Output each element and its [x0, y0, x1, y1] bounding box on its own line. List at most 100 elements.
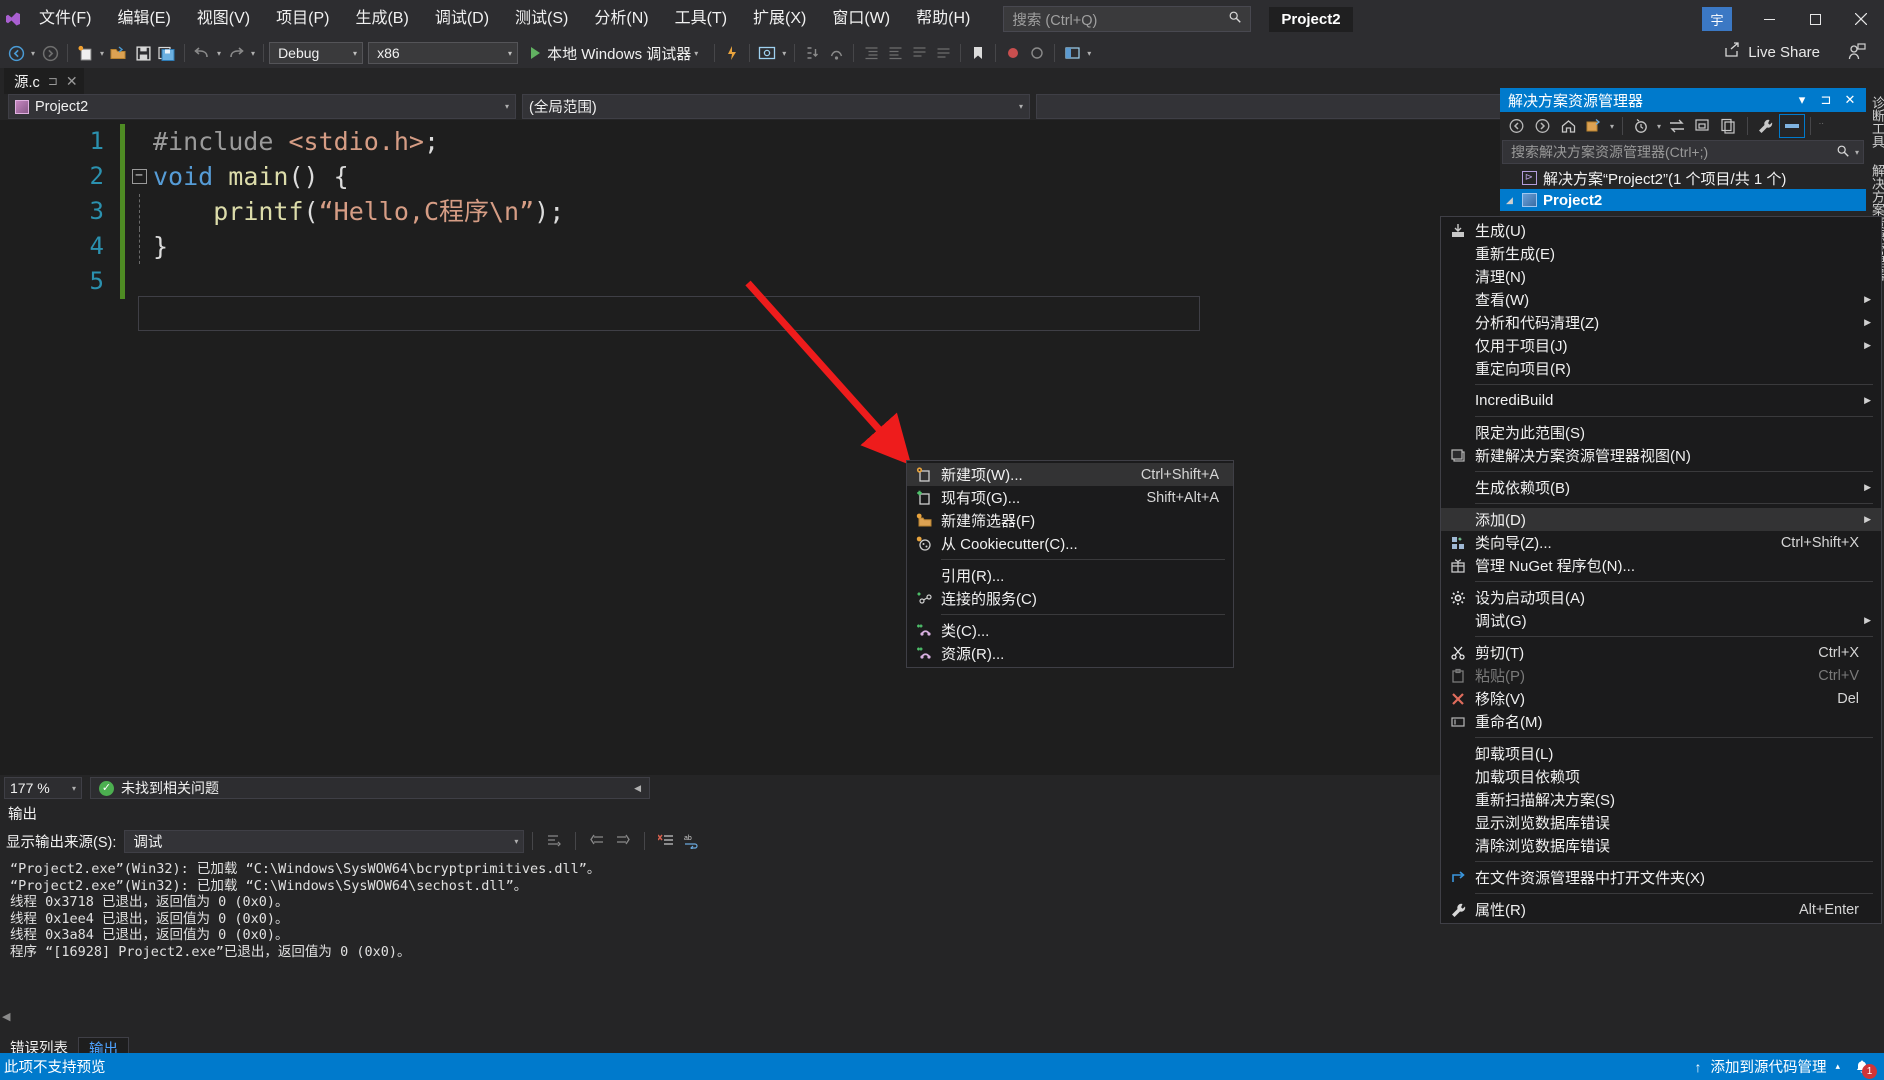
context-menu-item-33[interactable]: 在文件资源管理器中打开文件夹(X) [1441, 866, 1881, 889]
back-icon[interactable] [1503, 114, 1529, 138]
output-text[interactable]: “Project2.exe”(Win32): 已加载 “C:\Windows\S… [0, 859, 1515, 1009]
context-menu-item-11[interactable]: 新建解决方案资源管理器视图(N) [1441, 444, 1881, 467]
properties-wrench-icon[interactable] [1753, 114, 1779, 138]
context-menu-item-20[interactable]: 调试(G) ▶ [1441, 609, 1881, 632]
context-menu-item-25[interactable]: 重命名(M) [1441, 710, 1881, 733]
output-source-combo[interactable]: 调试 ▾ [124, 829, 525, 853]
uncomment-icon[interactable] [931, 40, 955, 66]
context-menu-item-5[interactable]: 仅用于项目(J) ▶ [1441, 334, 1881, 357]
vertical-tab-0[interactable]: 诊断工具 [1866, 88, 1884, 156]
add-submenu-item-2[interactable]: 新建筛选器(F) [907, 509, 1233, 532]
start-debugging-button[interactable]: 本地 Windows 调试器 ▾ [523, 40, 709, 66]
context-menu-item-8[interactable]: IncrediBuild ▶ [1441, 389, 1881, 412]
undo-icon[interactable] [190, 40, 214, 66]
navigate-forward-icon[interactable] [38, 40, 62, 66]
context-menu-item-4[interactable]: 分析和代码清理(Z) ▶ [1441, 311, 1881, 334]
add-submenu-item-9[interactable]: 资源(R)... [907, 642, 1233, 665]
context-menu-item-31[interactable]: 清除浏览数据库错误 [1441, 834, 1881, 857]
word-wrap-icon[interactable]: ab [679, 829, 705, 853]
solution-configuration-combo[interactable]: Debug ▾ [269, 42, 364, 64]
step-over-icon[interactable] [824, 40, 848, 66]
open-file-icon[interactable] [107, 40, 131, 66]
chevron-down-icon[interactable]: ▾ [1607, 122, 1617, 131]
indent-left-icon[interactable] [859, 40, 883, 66]
code-line[interactable]: 1 #include <stdio.h>; [0, 124, 1515, 159]
pin-icon[interactable]: ⊐ [1814, 89, 1838, 111]
add-to-source-control-button[interactable]: ↑ 添加到源代码管理 ▴ [1694, 1056, 1840, 1077]
context-menu-item-35[interactable]: 属性(R) Alt+Enter [1441, 898, 1881, 921]
menu-item-4[interactable]: 生成(B) [342, 0, 421, 38]
overflow-icon[interactable]: ˙˙ [1816, 122, 1827, 131]
step-into-icon[interactable] [800, 40, 824, 66]
forward-icon[interactable] [1529, 114, 1555, 138]
add-submenu-item-5[interactable]: 引用(R)... [907, 564, 1233, 587]
context-menu-item-19[interactable]: 设为启动项目(A) [1441, 586, 1881, 609]
chevron-left-icon[interactable]: ◀ [634, 783, 641, 794]
context-menu-item-13[interactable]: 生成依赖项(B) ▶ [1441, 476, 1881, 499]
menu-item-6[interactable]: 测试(S) [502, 0, 581, 38]
context-menu-item-29[interactable]: 重新扫描解决方案(S) [1441, 788, 1881, 811]
navbar-member-dropdown[interactable]: ▾ [1036, 94, 1515, 119]
chevron-down-icon[interactable]: ▾ [1654, 122, 1664, 131]
menu-item-5[interactable]: 调试(D) [422, 0, 502, 38]
pin-icon[interactable]: ⊐ [48, 74, 58, 88]
solution-explorer-search[interactable]: 搜索解决方案资源管理器(Ctrl+;) ▾ [1502, 140, 1864, 164]
context-menu-item-15[interactable]: 添加(D) ▶ [1441, 508, 1881, 531]
add-submenu-item-6[interactable]: 连接的服务(C) [907, 587, 1233, 610]
context-menu-item-30[interactable]: 显示浏览数据库错误 [1441, 811, 1881, 834]
redo-icon[interactable] [224, 40, 248, 66]
menu-item-9[interactable]: 扩展(X) [740, 0, 819, 38]
context-menu-item-27[interactable]: 卸载项目(L) [1441, 742, 1881, 765]
notifications-button[interactable]: 1 [1854, 1059, 1877, 1079]
context-menu-item-22[interactable]: 剪切(T) Ctrl+X [1441, 641, 1881, 664]
code-line[interactable]: 5 [0, 264, 1515, 299]
menu-item-7[interactable]: 分析(N) [581, 0, 661, 38]
close-button[interactable] [1838, 0, 1884, 38]
editor-tab-source-c[interactable]: 源.c ⊐ ✕ [4, 68, 84, 94]
add-submenu-item-1[interactable]: 现有项(G)... Shift+Alt+A [907, 486, 1233, 509]
user-avatar[interactable]: 宇 [1702, 7, 1732, 31]
feedback-icon[interactable] [1848, 43, 1866, 65]
solution-explorer-tree[interactable]: ⊳ 解决方案“Project2”(1 个项目/共 1 个) ◢ Project2 [1500, 167, 1866, 211]
global-search-box[interactable]: 搜索 (Ctrl+Q) [1003, 6, 1252, 32]
context-menu-item-17[interactable]: 管理 NuGet 程序包(N)... [1441, 554, 1881, 577]
show-all-files-toggle-icon[interactable] [1716, 114, 1742, 138]
context-menu-item-2[interactable]: 清理(N) [1441, 265, 1881, 288]
menu-item-11[interactable]: 帮助(H) [903, 0, 983, 38]
add-submenu-item-3[interactable]: 从 Cookiecutter(C)... [907, 532, 1233, 555]
menu-item-1[interactable]: 编辑(E) [104, 0, 183, 38]
go-to-previous-icon[interactable] [584, 829, 610, 853]
find-message-icon[interactable] [541, 829, 567, 853]
navbar-project-dropdown[interactable]: Project2 ▾ [8, 94, 516, 119]
tree-item-project[interactable]: ◢ Project2 [1500, 189, 1866, 211]
window-layout-dropdown-icon[interactable]: ▾ [1084, 49, 1094, 58]
show-all-files-icon[interactable] [1581, 114, 1607, 138]
comment-icon[interactable] [907, 40, 931, 66]
code-line[interactable]: 3 printf(“Hello,C程序\n”); [0, 194, 1515, 229]
context-menu-item-6[interactable]: 重定向项目(R) [1441, 357, 1881, 380]
menu-item-2[interactable]: 视图(V) [184, 0, 263, 38]
preview-selected-items-icon[interactable] [1779, 114, 1806, 138]
redo-dropdown-icon[interactable]: ▾ [248, 49, 258, 58]
toggle-breakpoint-icon[interactable] [1001, 40, 1025, 66]
zoom-level-combo[interactable]: 177 % ▾ [4, 777, 82, 799]
project-context-menu[interactable]: 生成(U) 重新生成(E) 清理(N) 查看(W) ▶ 分析和代码清理(Z) ▶ 仅用于项目(… [1440, 216, 1882, 924]
navigate-backward-icon[interactable] [4, 40, 28, 66]
context-menu-item-24[interactable]: 移除(V) Del [1441, 687, 1881, 710]
live-share-button[interactable]: Live Share [1724, 42, 1820, 62]
context-menu-item-1[interactable]: 重新生成(E) [1441, 242, 1881, 265]
context-menu-item-0[interactable]: 生成(U) [1441, 219, 1881, 242]
hot-reload-icon[interactable] [720, 40, 744, 66]
add-submenu[interactable]: 新建项(W)... Ctrl+Shift+A 现有项(G)... Shift+Alt+… [906, 460, 1234, 668]
sync-with-active-document-icon[interactable] [1664, 114, 1690, 138]
context-menu-item-16[interactable]: 类向导(Z)... Ctrl+Shift+X [1441, 531, 1881, 554]
close-icon[interactable]: ✕ [66, 73, 78, 90]
add-submenu-item-0[interactable]: 新建项(W)... Ctrl+Shift+A [907, 463, 1233, 486]
new-project-icon[interactable] [73, 40, 97, 66]
disable-breakpoints-icon[interactable] [1025, 40, 1049, 66]
go-to-next-icon[interactable] [610, 829, 636, 853]
save-all-icon[interactable] [155, 40, 179, 66]
pending-changes-icon[interactable] [1628, 114, 1654, 138]
solution-platform-combo[interactable]: x86 ▾ [368, 42, 519, 64]
preview-dropdown-icon[interactable]: ▾ [779, 49, 789, 58]
